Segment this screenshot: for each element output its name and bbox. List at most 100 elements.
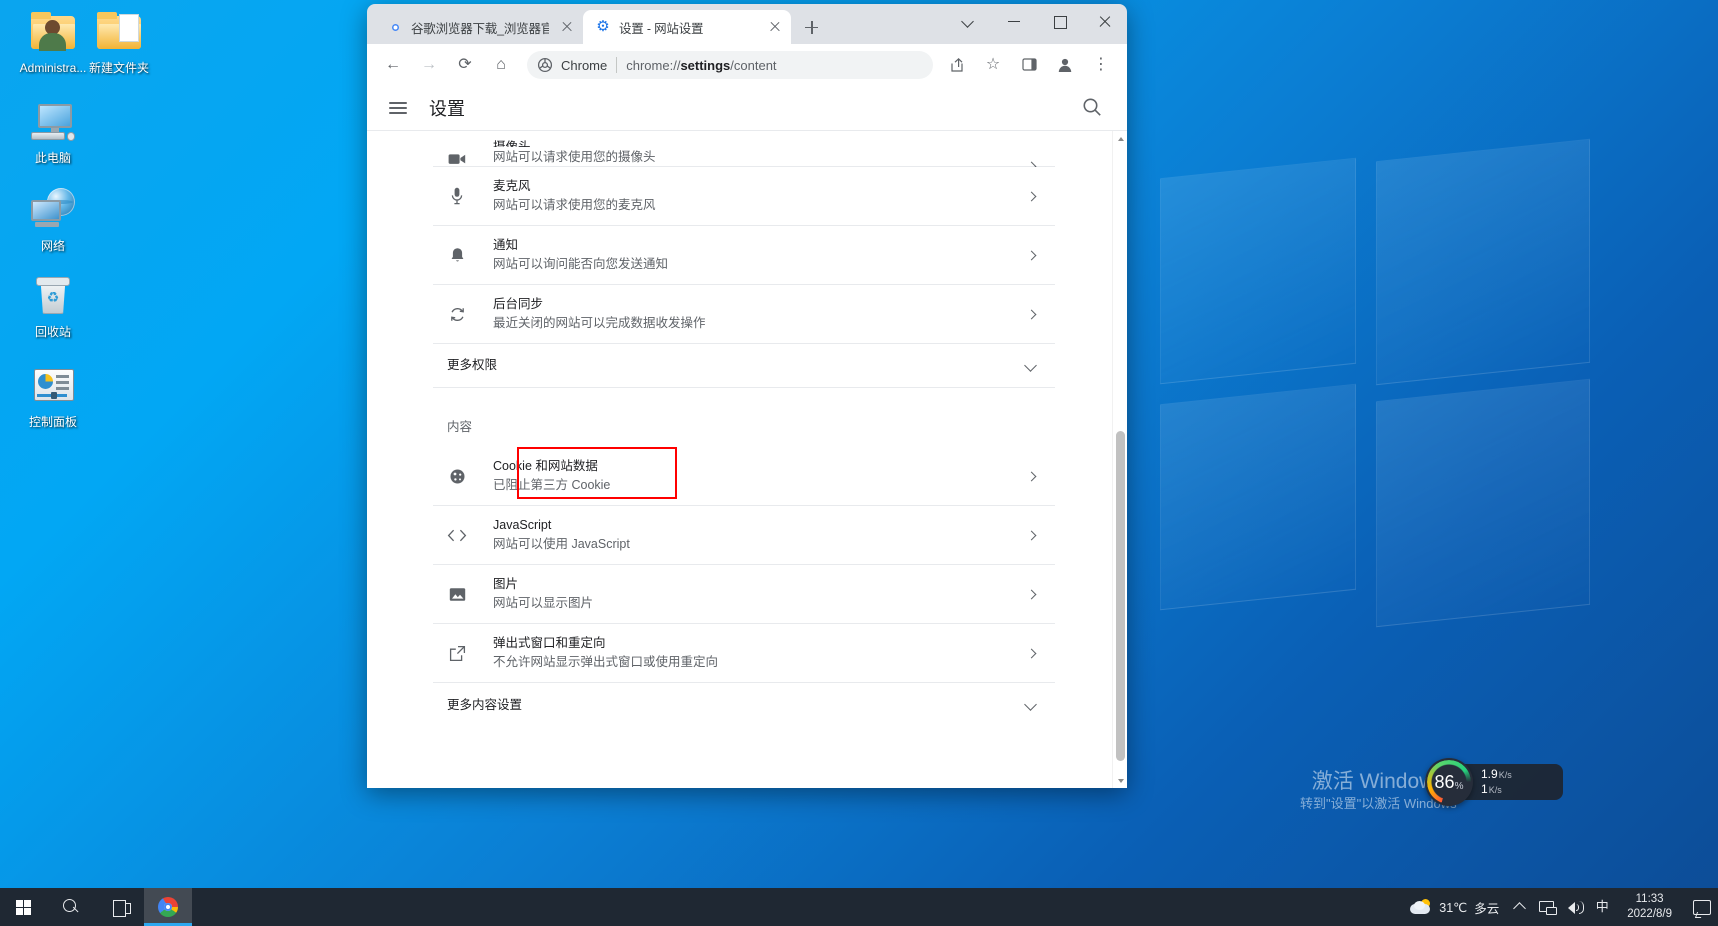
settings-row-subtitle: 网站可以询问能否向您发送通知 [493, 257, 669, 271]
desktop-icon-label: 回收站 [34, 325, 71, 339]
new-tab-button[interactable] [797, 13, 825, 41]
forward-arrow-icon[interactable]: → [414, 50, 444, 80]
settings-row-more-content-settings[interactable]: 更多内容设置 [433, 683, 1055, 727]
reload-icon[interactable]: ⟳ [450, 50, 480, 80]
avatar-icon[interactable] [1050, 50, 1080, 80]
chrome-taskbar-button[interactable] [144, 888, 192, 926]
notification-center-icon[interactable] [1684, 888, 1718, 926]
this-pc-icon [29, 98, 77, 146]
search-icon[interactable] [1081, 96, 1105, 120]
settings-row-text: Cookie 和网站数据 已阻止第三方 Cookie [493, 458, 1019, 494]
clock-time: 11:33 [1635, 893, 1664, 905]
tab-google-download[interactable]: 谷歌浏览器下载_浏览器官网入口 [375, 10, 584, 44]
settings-row-subtitle: 网站可以显示图片 [493, 596, 594, 610]
minimize-icon[interactable] [992, 5, 1037, 37]
star-icon[interactable]: ☆ [978, 50, 1008, 80]
maximize-icon[interactable] [1037, 5, 1082, 37]
settings-row-javascript[interactable]: JavaScript 网站可以使用 JavaScript [433, 506, 1055, 565]
settings-row-background-sync[interactable]: 后台同步 最近关闭的网站可以完成数据收发操作 [433, 285, 1055, 344]
upload-unit: K/s [1498, 770, 1512, 780]
settings-row-camera[interactable]: 摄像头 网站可以请求使用您的摄像头 [433, 131, 1055, 167]
settings-row-title: 图片 [493, 577, 519, 591]
share-icon[interactable] [942, 50, 972, 80]
chevron-down-icon[interactable] [947, 5, 992, 37]
settings-row-more-permissions[interactable]: 更多权限 [433, 344, 1055, 388]
ime-indicator[interactable]: 中 [1589, 888, 1615, 926]
desktop: Administra... 新建文件夹 此电脑 网络 ♻ 回收站 控制面板 谷歌… [0, 0, 1718, 926]
settings-row-cookies[interactable]: Cookie 和网站数据 已阻止第三方 Cookie [433, 447, 1055, 506]
scrollbar-thumb[interactable] [1116, 431, 1125, 761]
sync-icon [447, 306, 467, 323]
desktop-icon-label: 控制面板 [28, 415, 77, 429]
settings-row-images[interactable]: 图片 网站可以显示图片 [433, 565, 1055, 624]
window-controls [947, 4, 1127, 38]
code-brackets-icon [447, 529, 467, 542]
settings-row-title: Cookie 和网站数据 [493, 459, 598, 473]
download-speed: 1 K/s [1481, 782, 1563, 797]
network-tray-icon[interactable] [1533, 888, 1561, 926]
upload-value: 1.9 [1481, 767, 1498, 781]
settings-row-title: 更多内容设置 [447, 697, 523, 712]
recycle-bin-icon: ♻ [29, 272, 77, 320]
desktop-icon-network[interactable]: 网络 [10, 186, 96, 254]
scroll-down-arrow-icon[interactable] [1113, 773, 1127, 788]
vertical-scrollbar[interactable] [1112, 131, 1127, 788]
control-panel-icon [29, 362, 77, 410]
settings-row-title: 弹出式窗口和重定向 [493, 636, 606, 650]
weather-condition: 多云 [1474, 901, 1500, 916]
percent-sign: % [1454, 780, 1464, 792]
settings-row-text: 更多内容设置 [447, 697, 1017, 714]
desktop-icon-this-pc[interactable]: 此电脑 [10, 98, 96, 166]
settings-row-notifications[interactable]: 通知 网站可以询问能否向您发送通知 [433, 226, 1055, 285]
omnibox-site-chip: Chrome [561, 57, 608, 73]
settings-row-text: JavaScript 网站可以使用 JavaScript [493, 517, 1019, 553]
microphone-icon [447, 187, 467, 205]
tab-settings[interactable]: ⚙ 设置 - 网站设置 [583, 10, 791, 44]
weather-temperature: 31℃ [1439, 900, 1468, 915]
settings-row-microphone[interactable]: 麦克风 网站可以请求使用您的麦克风 [433, 167, 1055, 226]
back-arrow-icon[interactable]: ← [378, 50, 408, 80]
desktop-icon-control-panel[interactable]: 控制面板 [10, 362, 96, 430]
clock-date: 2022/8/9 [1627, 908, 1672, 920]
gear-icon: ⚙ [596, 18, 610, 35]
weather-widget[interactable]: 31℃ 多云 [1410, 898, 1507, 917]
tab-strip: 谷歌浏览器下载_浏览器官网入口 ⚙ 设置 - 网站设置 [367, 4, 1127, 44]
tab-close-icon[interactable] [767, 19, 783, 35]
cpu-percent-value: 86 [1434, 771, 1455, 792]
taskbar-clock[interactable]: 11:33 2022/8/9 [1615, 892, 1684, 922]
settings-row-text: 更多权限 [447, 357, 1017, 374]
close-icon[interactable] [1082, 5, 1127, 37]
chrome-logo-icon [387, 19, 403, 35]
scroll-up-arrow-icon[interactable] [1113, 131, 1127, 146]
desktop-icon-label: 新建文件夹 [88, 61, 149, 75]
tab-close-icon[interactable] [559, 19, 575, 35]
tab-title: 谷歌浏览器下载_浏览器官网入口 [411, 21, 549, 36]
kebab-menu-icon[interactable]: ⋮ [1086, 50, 1116, 80]
wallpaper-windows-logo [1160, 138, 1590, 628]
side-panel-icon[interactable] [1014, 50, 1044, 80]
settings-row-text: 后台同步 最近关闭的网站可以完成数据收发操作 [493, 296, 1019, 332]
settings-row-subtitle: 不允许网站显示弹出式窗口或使用重定向 [493, 655, 719, 669]
desktop-icon-recycle-bin[interactable]: ♻ 回收站 [10, 272, 96, 340]
desktop-icon-new-folder[interactable]: 新建文件夹 [76, 8, 162, 76]
settings-row-title: 麦克风 [493, 179, 531, 193]
windows-start-icon[interactable] [0, 888, 48, 926]
system-tray: 31℃ 多云 中 11:33 2022/8/9 [1410, 888, 1718, 926]
tab-title: 设置 - 网站设置 [619, 21, 704, 36]
camera-icon [447, 152, 467, 166]
settings-row-text: 图片 网站可以显示图片 [493, 576, 1019, 612]
settings-row-title: 摄像头 [493, 140, 531, 147]
bottom-spacer [433, 727, 1055, 753]
chevron-up-icon[interactable] [1507, 888, 1533, 926]
cpu-usage-ring[interactable]: 86 % [1425, 758, 1473, 806]
settings-row-subtitle: 网站可以请求使用您的摄像头 [493, 150, 656, 164]
settings-row-subtitle: 已阻止第三方 Cookie [493, 478, 611, 492]
speaker-icon[interactable] [1561, 888, 1589, 926]
address-bar[interactable]: Chrome chrome://settings/content [527, 51, 933, 79]
hamburger-menu-icon[interactable] [387, 97, 409, 119]
settings-row-popups[interactable]: 弹出式窗口和重定向 不允许网站显示弹出式窗口或使用重定向 [433, 624, 1055, 683]
home-icon[interactable]: ⌂ [486, 50, 516, 80]
settings-row-title: JavaScript [493, 518, 552, 532]
taskbar-search-icon[interactable] [48, 888, 96, 926]
task-view-icon[interactable] [96, 888, 144, 926]
